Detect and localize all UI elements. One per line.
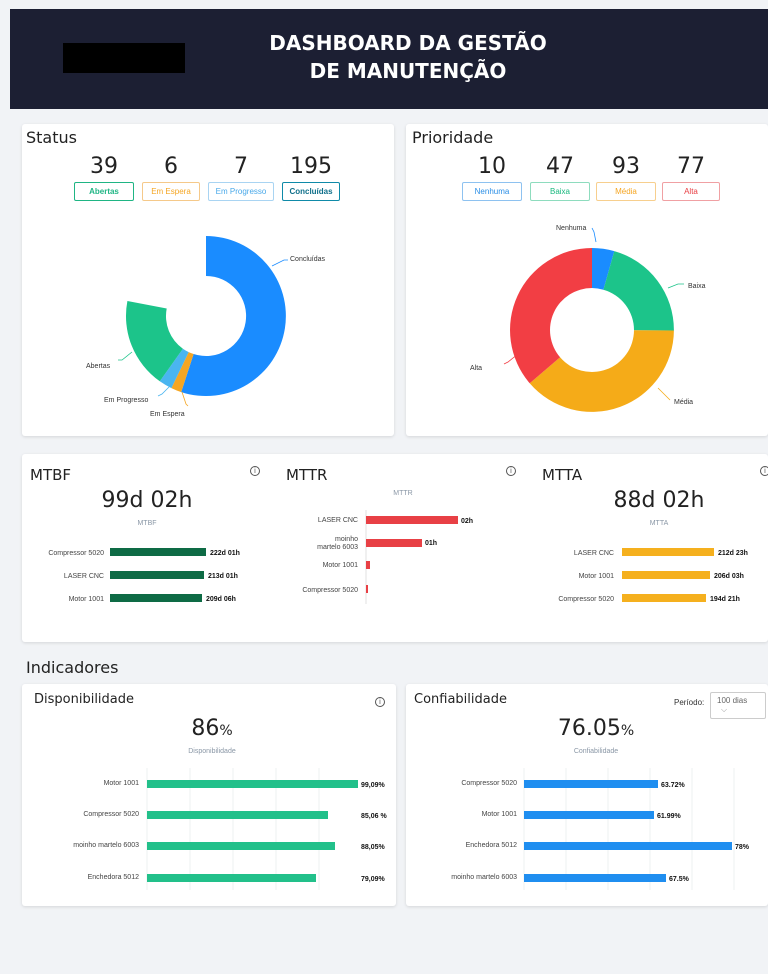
logo-redacted [63, 43, 185, 73]
bar-label: Motor 1001 [323, 562, 359, 569]
label-nenhuma: Nenhuma [556, 225, 586, 232]
bar-label: Enchedora 5012 [88, 874, 139, 881]
bar-value: 206d 03h [714, 573, 744, 580]
bar[interactable] [147, 874, 316, 882]
mtbf-bar-chart: Compressor 5020 222d 01h LASER CNC 213d … [48, 548, 240, 603]
label-em-espera: Em Espera [150, 411, 185, 418]
confiabilidade-card: Confiabilidade Período: 100 dias ⌵ 76.05… [406, 684, 768, 906]
title-line-1: DASHBOARD DA GESTÃO [269, 31, 547, 55]
bar[interactable] [524, 780, 658, 788]
bar-label: Motor 1001 [69, 596, 105, 603]
indicadores-title: Indicadores [26, 658, 119, 677]
bar-value: 212d 23h [718, 550, 748, 557]
prioridade-card: Prioridade 10 Nenhuma 47 Baixa 93 Média … [406, 124, 768, 436]
leader-em-espera [181, 391, 189, 407]
bar-value: 01h [425, 540, 437, 547]
bar-value: 67.5% [669, 876, 690, 883]
bar-label: Compressor 5020 [48, 550, 104, 557]
bar[interactable] [622, 548, 714, 556]
bar-value: 78% [735, 844, 750, 851]
bar[interactable] [366, 516, 458, 524]
bar-value: 85,06 % [361, 813, 387, 820]
mttr-bar-chart: LASER CNC 02h moinho martelo 6003 01h Mo… [302, 510, 473, 604]
bar[interactable] [366, 539, 422, 547]
leader-media [657, 387, 671, 401]
status-card: Status 39 Abertas 6 Em Espera 7 Em Progr… [22, 124, 394, 436]
label-concluidas: Concluídas [290, 256, 326, 263]
leader-baixa [667, 283, 684, 289]
bar-value: 213d 01h [208, 573, 238, 580]
bar-label: Compressor 5020 [461, 780, 517, 787]
bar-value: 79,09% [361, 876, 386, 883]
bar[interactable] [147, 811, 328, 819]
leader-em-progresso [157, 385, 171, 397]
bar-label: martelo 6003 [317, 544, 358, 551]
bar-value: 02h [461, 518, 473, 525]
bar-label: Motor 1001 [482, 811, 518, 818]
bar-value: 88,05% [361, 844, 386, 851]
bar-label: moinho martelo 6003 [451, 874, 517, 881]
mtbf-panel: MTBF i 99d 02h MTBF Compressor 5020 222d… [22, 454, 270, 604]
bar-label: Motor 1001 [579, 573, 615, 580]
bar[interactable] [110, 594, 202, 602]
label-baixa: Baixa [688, 283, 706, 290]
mtta-bar-chart: LASER CNC 212d 23h Motor 1001 206d 03h C… [558, 548, 748, 603]
bar[interactable] [622, 571, 710, 579]
mtta-panel: MTTA i 88d 02h MTTA LASER CNC 212d 23h M… [534, 454, 768, 604]
bar-label: LASER CNC [318, 517, 358, 524]
bar-label: Motor 1001 [104, 780, 140, 787]
mttr-panel: MTTR i MTTR LASER CNC 02h moinho martelo… [278, 454, 526, 604]
bar-label: Compressor 5020 [83, 811, 139, 818]
bar-value: 99,09% [361, 782, 386, 789]
bar[interactable] [147, 842, 335, 850]
disponibilidade-bar-chart: Motor 1001 99,09% Compressor 5020 85,06 … [73, 768, 387, 890]
label-em-progresso: Em Progresso [104, 397, 148, 404]
slice-alta[interactable] [510, 248, 592, 384]
slice-concluidas[interactable] [181, 236, 286, 396]
bar[interactable] [524, 811, 654, 819]
bar-label: LASER CNC [574, 550, 614, 557]
leader-concluidas [271, 259, 288, 267]
bar-label: Compressor 5020 [558, 596, 614, 603]
leader-abertas [118, 351, 133, 361]
bar-value: 61.99% [657, 813, 682, 820]
bar[interactable] [622, 594, 706, 602]
bar[interactable] [366, 585, 368, 593]
title-line-2: DE MANUTENÇÃO [309, 59, 507, 83]
prioridade-donut-chart: Nenhuma Baixa Média Alta [470, 225, 706, 412]
bar[interactable] [524, 874, 666, 882]
bar[interactable] [110, 571, 204, 579]
metrics-card: MTBF i 99d 02h MTBF Compressor 5020 222d… [22, 454, 768, 642]
label-media: Média [674, 399, 693, 406]
bar-value: 194d 21h [710, 596, 740, 603]
bar-label: LASER CNC [64, 573, 104, 580]
confiabilidade-bar-chart: Compressor 5020 63.72% Motor 1001 61.99%… [451, 768, 750, 890]
bar[interactable] [147, 780, 358, 788]
bar-label: moinho [335, 536, 358, 543]
dashboard-header: DASHBOARD DA GESTÃO DE MANUTENÇÃO [10, 9, 768, 109]
label-alta: Alta [470, 365, 482, 372]
bar[interactable] [366, 561, 370, 569]
bar-label: Enchedora 5012 [466, 842, 517, 849]
bar-value: 63.72% [661, 782, 686, 789]
leader-nenhuma [591, 227, 597, 243]
bar-label: Compressor 5020 [302, 587, 358, 594]
label-abertas: Abertas [86, 363, 111, 370]
page-title: DASHBOARD DA GESTÃO DE MANUTENÇÃO [258, 29, 558, 85]
bar-value: 222d 01h [210, 550, 240, 557]
bar-value: 209d 06h [206, 596, 236, 603]
status-donut-chart: Concluídas Abertas Em Progresso Em Esper… [86, 236, 326, 418]
bar[interactable] [110, 548, 206, 556]
slice-baixa[interactable] [603, 251, 674, 331]
bar-label: moinho martelo 6003 [73, 842, 139, 849]
disponibilidade-card: Disponibilidade i 86% Disponibilidade Mo… [22, 684, 396, 906]
bar[interactable] [524, 842, 732, 850]
